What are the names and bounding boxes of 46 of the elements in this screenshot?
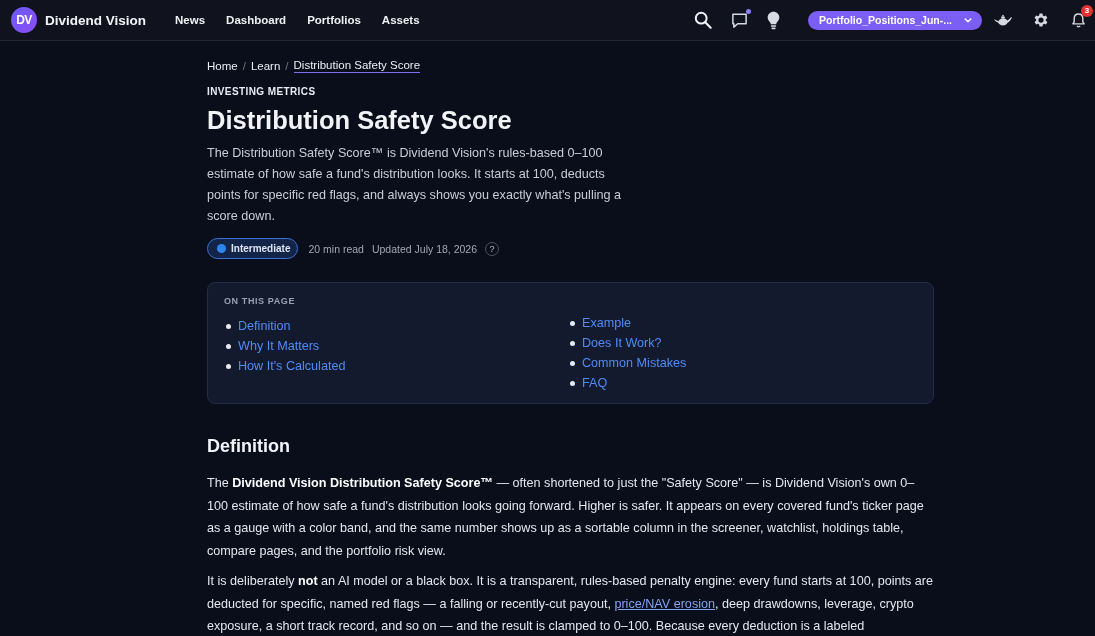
lightbulb-icon[interactable] [767,10,780,30]
toc-link[interactable]: How It's Calculated [238,359,346,373]
page-title: Distribution Safety Score [207,105,513,136]
toc-link[interactable]: Definition [238,319,291,333]
breadcrumb-separator: / [242,60,246,72]
nav-link[interactable]: Assets [381,14,420,26]
inline-link[interactable]: price/NAV erosion [614,596,715,611]
level-dot-icon [217,244,226,253]
search-icon[interactable] [694,11,712,29]
breadcrumb-link[interactable]: Home [207,59,238,73]
chevron-down-icon [964,17,972,23]
updated-date: Updated July 18, 2026 [371,242,477,255]
settings-icon[interactable] [1032,11,1050,29]
toc-link[interactable]: FAQ [582,376,608,390]
body-paragraph: It is deliberately not an AI model or a black box. It is a transparent, rules-based penalty engine: every fund starts at 100, points are deducted for specific, named red flags — a falling or recently-cut payout, price/NAV erosion, deep drawdowns, leverage, crypto exposure, a short track record, and so on — and the result is clamped to 0–100. Because every deduction is a labeled [207,573,934,635]
read-time: 20 min read [308,242,364,255]
lamp-icon[interactable] [993,13,1013,27]
nav-link[interactable]: News [175,14,206,26]
nav-link[interactable]: Dashboard [226,14,287,26]
breadcrumb-link[interactable]: Distribution Safety Score [293,59,421,73]
section-heading: Definition [207,435,291,458]
bullet-icon [570,340,575,346]
category-label: INVESTING METRICS [207,86,317,97]
breadcrumb-separator: / [285,60,289,72]
brand-name[interactable]: Dividend Vision [45,12,147,28]
toc-link[interactable]: Why It Matters [238,339,320,353]
body-paragraph: The Dividend Vision Distribution Safety Score™ — often shortened to just the "Safety Score" — is Dividend Vision's own 0–100 estimate of how safe a fund's distribution looks going forward. Higher is safer. It appears on every covered fund's ticker page as a gauge with a color band, and the same number shows up as a sortable column in the screener, watchlist, holdings table, compare pages, and the portfolio risk view. [207,475,925,560]
toc-link[interactable]: Common Mistakes [582,356,687,370]
bullet-icon [570,360,575,366]
intro-text: The Distribution Safety Score™ is Dividend Vision's rules-based 0–100 estimate of how safe a fund's distribution looks. It starts at 100, deducts points for specific red flags, and always shows you exactly what's pulling a score down. [207,145,622,225]
notification-count: 3 [1081,4,1093,17]
toc-link[interactable]: Example [582,316,631,330]
breadcrumb-link[interactable]: Learn [250,59,281,73]
nav-link[interactable]: Portfolios [307,14,361,26]
bell-icon[interactable] [1071,11,1086,29]
logo-badge[interactable]: DV [11,7,37,33]
toc-link[interactable]: Does It Work? [582,336,662,350]
bullet-icon [226,323,231,329]
toc-heading: ON THIS PAGE [224,296,297,306]
bullet-icon [226,343,231,349]
portfolio-selector[interactable]: Portfolio_Positions_Jun-... [808,10,982,30]
bullet-icon [570,320,575,326]
chat-icon[interactable] [731,11,748,29]
bullet-icon [570,380,575,386]
bullet-icon [226,363,231,369]
level-label: Intermediate [231,243,291,254]
